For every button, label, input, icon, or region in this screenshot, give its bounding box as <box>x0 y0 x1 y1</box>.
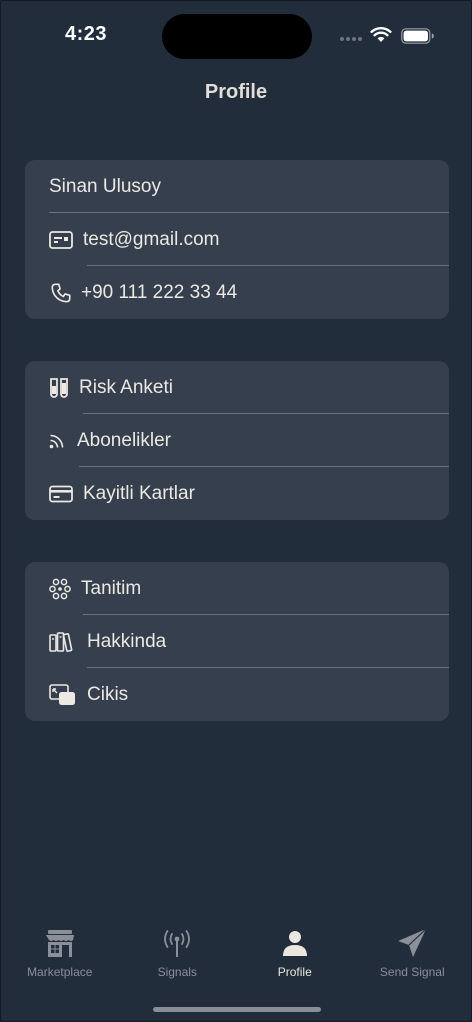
profile-card: Sinan Ulusoy test@gmail.com +90 111 222 … <box>25 160 449 319</box>
tab-label: Profile <box>277 965 312 979</box>
account-menu-card: Risk Anketi Abonelikler Kayitli Kartlar <box>25 361 449 520</box>
tab-label: Send Signal <box>379 965 445 979</box>
menu-item-cikis[interactable]: Cikis <box>25 668 449 721</box>
phone-icon <box>49 281 73 305</box>
tab-label: Marketplace <box>27 965 93 979</box>
profile-phone-row[interactable]: +90 111 222 33 44 <box>25 266 449 319</box>
battery-icon <box>401 28 434 44</box>
menu-item-label: Hakkinda <box>87 630 167 652</box>
menu-item-hakkinda[interactable]: Hakkinda <box>25 615 449 668</box>
app-screen: 4:23 Profile Sinan Ulusoy test@gmail.com… <box>0 0 472 1022</box>
store-icon <box>44 926 76 960</box>
home-indicator[interactable] <box>153 1007 321 1012</box>
menu-item-kayitli-kartlar[interactable]: Kayitli Kartlar <box>25 467 449 520</box>
profile-email: test@gmail.com <box>83 228 220 250</box>
menu-item-abonelikler[interactable]: Abonelikler <box>25 414 449 467</box>
menu-item-label: Cikis <box>87 683 129 705</box>
tab-label: Signals <box>157 965 197 979</box>
person-icon <box>280 926 310 960</box>
menu-item-risk-anketi[interactable]: Risk Anketi <box>25 361 449 414</box>
profile-name: Sinan Ulusoy <box>49 175 161 197</box>
menu-item-label: Risk Anketi <box>79 376 173 398</box>
profile-name-row: Sinan Ulusoy <box>25 160 449 213</box>
menu-item-tanitim[interactable]: Tanitim <box>25 562 449 615</box>
tab-marketplace[interactable]: Marketplace <box>1 926 119 996</box>
tab-signals[interactable]: Signals <box>119 926 237 996</box>
id-card-icon <box>49 228 73 252</box>
rss-icon <box>49 429 65 453</box>
exit-icon <box>49 683 77 707</box>
menu-item-label: Abonelikler <box>77 429 171 451</box>
test-tubes-icon <box>49 376 69 400</box>
books-icon <box>49 630 75 654</box>
credit-card-icon <box>49 482 73 506</box>
tab-profile[interactable]: Profile <box>236 926 354 996</box>
tab-send-signal[interactable]: Send Signal <box>354 926 472 996</box>
menu-item-label: Kayitli Kartlar <box>83 482 195 504</box>
tab-bar: Marketplace Signals Profile Send Signal <box>1 926 471 996</box>
cellular-signal-icon <box>340 37 362 41</box>
wifi-icon <box>370 27 392 42</box>
antenna-icon <box>161 926 193 960</box>
profile-email-row[interactable]: test@gmail.com <box>25 213 449 266</box>
molecule-icon <box>49 577 71 601</box>
status-bar: 4:23 <box>1 1 471 71</box>
page-title: Profile <box>204 81 268 103</box>
profile-phone: +90 111 222 33 44 <box>81 281 238 303</box>
info-menu-card: Tanitim Hakkinda Cikis <box>25 562 449 721</box>
paper-plane-icon <box>396 926 428 960</box>
status-time: 4:23 <box>65 23 108 45</box>
menu-item-label: Tanitim <box>81 577 142 599</box>
dynamic-island <box>162 14 312 59</box>
